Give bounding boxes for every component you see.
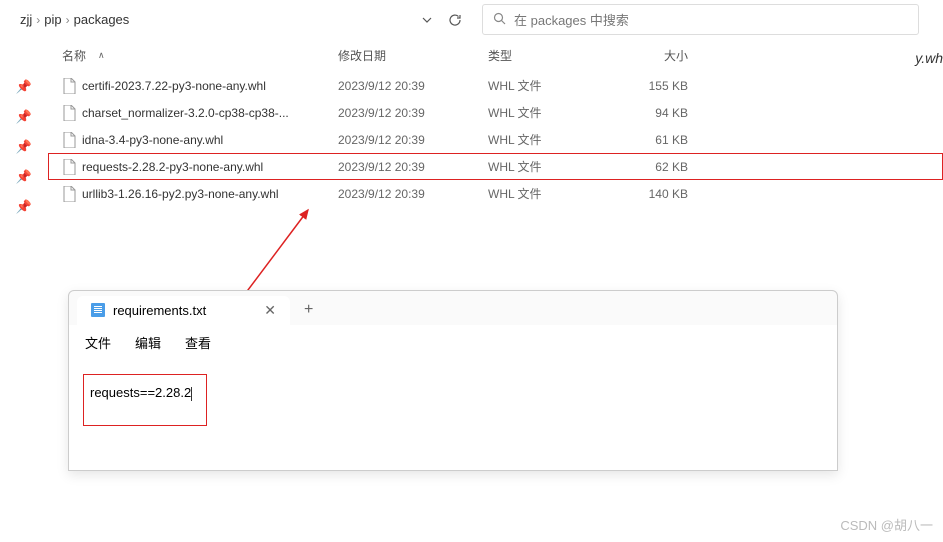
close-tab-button[interactable]: ✕ <box>264 302 276 319</box>
notepad-tabstrip: requirements.txt ✕ + <box>69 291 837 325</box>
file-name: urllib3-1.26.16-py2.py3-none-any.whl <box>48 186 338 202</box>
address-toolbar: zjj › pip › packages 在 packages 中搜索 <box>0 0 943 39</box>
pin-icon[interactable]: 📌 <box>16 79 32 95</box>
notepad-tab-title: requirements.txt <box>113 303 206 318</box>
menu-edit[interactable]: 编辑 <box>135 333 161 352</box>
file-row[interactable]: requests-2.28.2-py3-none-any.whl2023/9/1… <box>48 153 943 180</box>
pin-icon[interactable]: 📌 <box>16 109 32 125</box>
file-name: certifi-2023.7.22-py3-none-any.whl <box>48 78 338 94</box>
file-row[interactable]: idna-3.4-py3-none-any.whl2023/9/12 20:39… <box>48 126 943 153</box>
column-headers: 名称 ∧ 修改日期 类型 大小 <box>48 39 943 72</box>
breadcrumb-item[interactable]: zjj <box>20 12 32 27</box>
adjacent-window-sliver: y.wh <box>915 50 943 66</box>
file-date: 2023/9/12 20:39 <box>338 160 488 174</box>
file-size: 61 KB <box>618 133 718 147</box>
file-date: 2023/9/12 20:39 <box>338 106 488 120</box>
pin-icon[interactable]: 📌 <box>16 139 32 155</box>
menu-file[interactable]: 文件 <box>85 333 111 352</box>
watermark: CSDN @胡八一 <box>840 515 933 534</box>
notepad-text: requests==2.28.2 <box>90 385 191 400</box>
notepad-window: requirements.txt ✕ + 文件 编辑 查看 requests==… <box>68 290 838 471</box>
file-size: 155 KB <box>618 79 718 93</box>
file-list-area: 📌 📌 📌 📌 📌 名称 ∧ 修改日期 类型 大小 certifi-2023.7… <box>0 39 943 215</box>
nav-buttons <box>416 9 466 31</box>
search-placeholder: 在 packages 中搜索 <box>514 10 629 29</box>
notepad-content-box: requests==2.28.2 <box>83 374 207 426</box>
file-type: WHL 文件 <box>488 131 618 148</box>
file-size: 62 KB <box>618 160 718 174</box>
file-date: 2023/9/12 20:39 <box>338 133 488 147</box>
breadcrumb-item[interactable]: packages <box>74 12 130 27</box>
chevron-right-icon: › <box>66 13 70 27</box>
file-list: 名称 ∧ 修改日期 类型 大小 certifi-2023.7.22-py3-no… <box>48 39 943 215</box>
file-type: WHL 文件 <box>488 104 618 121</box>
column-header-type[interactable]: 类型 <box>488 47 618 64</box>
file-row[interactable]: charset_normalizer-3.2.0-cp38-cp38-...20… <box>48 99 943 126</box>
file-type: WHL 文件 <box>488 77 618 94</box>
file-size: 94 KB <box>618 106 718 120</box>
new-tab-button[interactable]: + <box>294 295 323 325</box>
breadcrumb[interactable]: zjj › pip › packages <box>8 8 408 31</box>
refresh-button[interactable] <box>444 9 466 31</box>
breadcrumb-item[interactable]: pip <box>44 12 61 27</box>
sort-indicator-icon: ∧ <box>98 50 105 61</box>
chevron-right-icon: › <box>36 13 40 27</box>
notepad-body[interactable]: requests==2.28.2 <box>69 360 837 470</box>
search-input[interactable]: 在 packages 中搜索 <box>482 4 919 35</box>
file-name: requests-2.28.2-py3-none-any.whl <box>48 159 338 175</box>
file-date: 2023/9/12 20:39 <box>338 187 488 201</box>
file-name: idna-3.4-py3-none-any.whl <box>48 132 338 148</box>
file-row[interactable]: urllib3-1.26.16-py2.py3-none-any.whl2023… <box>48 180 943 207</box>
file-type: WHL 文件 <box>488 158 618 175</box>
column-header-size[interactable]: 大小 <box>618 47 718 64</box>
file-date: 2023/9/12 20:39 <box>338 79 488 93</box>
pin-icon[interactable]: 📌 <box>16 169 32 185</box>
search-icon <box>493 12 506 28</box>
file-size: 140 KB <box>618 187 718 201</box>
menu-view[interactable]: 查看 <box>185 333 211 352</box>
notepad-icon <box>91 303 105 317</box>
file-type: WHL 文件 <box>488 185 618 202</box>
column-header-name[interactable]: 名称 ∧ <box>48 47 338 64</box>
file-name: charset_normalizer-3.2.0-cp38-cp38-... <box>48 105 338 121</box>
text-cursor <box>191 387 192 401</box>
notepad-tab[interactable]: requirements.txt ✕ <box>77 296 290 325</box>
column-header-date[interactable]: 修改日期 <box>338 47 488 64</box>
pin-gutter: 📌 📌 📌 📌 📌 <box>0 39 48 215</box>
notepad-menubar: 文件 编辑 查看 <box>69 325 837 360</box>
pin-icon[interactable]: 📌 <box>16 199 32 215</box>
history-dropdown-button[interactable] <box>416 9 438 31</box>
file-row[interactable]: certifi-2023.7.22-py3-none-any.whl2023/9… <box>48 72 943 99</box>
